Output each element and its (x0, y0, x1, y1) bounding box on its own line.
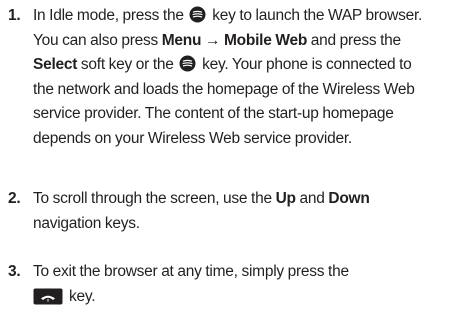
text-line: service provider. The content of the sta… (33, 105, 394, 122)
text-segment: key to launch the WAP browser. (208, 7, 423, 24)
text-line: To exit the browser at any time, simply … (33, 263, 349, 280)
end-key-icon (33, 288, 63, 304)
step-text: In Idle mode, press the key to launch th… (33, 4, 469, 151)
text-line: the network and loads the homepage of th… (33, 80, 415, 98)
text-line: To scroll through the screen, use the Up… (33, 187, 469, 212)
text-segment: In Idle mode, press the (33, 7, 188, 24)
text-segment: You can also press (33, 31, 162, 49)
step-text: To exit the browser at any time, simply … (33, 260, 469, 309)
select-label: Select (33, 56, 78, 73)
step-text: To scroll through the screen, use the Up… (33, 187, 469, 236)
text-line: In Idle mode, press the key to launch th… (33, 4, 469, 29)
step-number: 2. (8, 190, 21, 207)
text-segment: To scroll through the screen, use the (33, 190, 276, 207)
center-navigation-key-icon (179, 55, 196, 72)
step-number: 3. (8, 263, 21, 280)
down-label: Down (328, 190, 370, 207)
up-label: Up (275, 190, 296, 207)
text-line: You can also press Menu → Mobile Web and… (33, 29, 469, 54)
text-line: key. (33, 285, 469, 310)
instruction-list: 1. In Idle mode, press the key to launch… (0, 0, 472, 313)
text-segment: key. Your phone is connected to (198, 56, 412, 73)
arrow-icon: → (205, 31, 221, 49)
mobile-web-label: Mobile Web (224, 31, 308, 49)
step-number: 1. (8, 7, 21, 24)
text-segment: and press the (307, 31, 401, 49)
text-segment: and (295, 190, 329, 207)
text-line: Select soft key or the key. Your phone i… (33, 53, 469, 78)
menu-label: Menu (161, 31, 202, 49)
text-line: depends on your Wireless Web service pro… (33, 129, 352, 147)
center-navigation-key-icon (189, 6, 206, 23)
text-segment: key. (69, 287, 96, 305)
text-line: navigation keys. (33, 214, 140, 232)
text-segment: soft key or the (77, 56, 178, 73)
